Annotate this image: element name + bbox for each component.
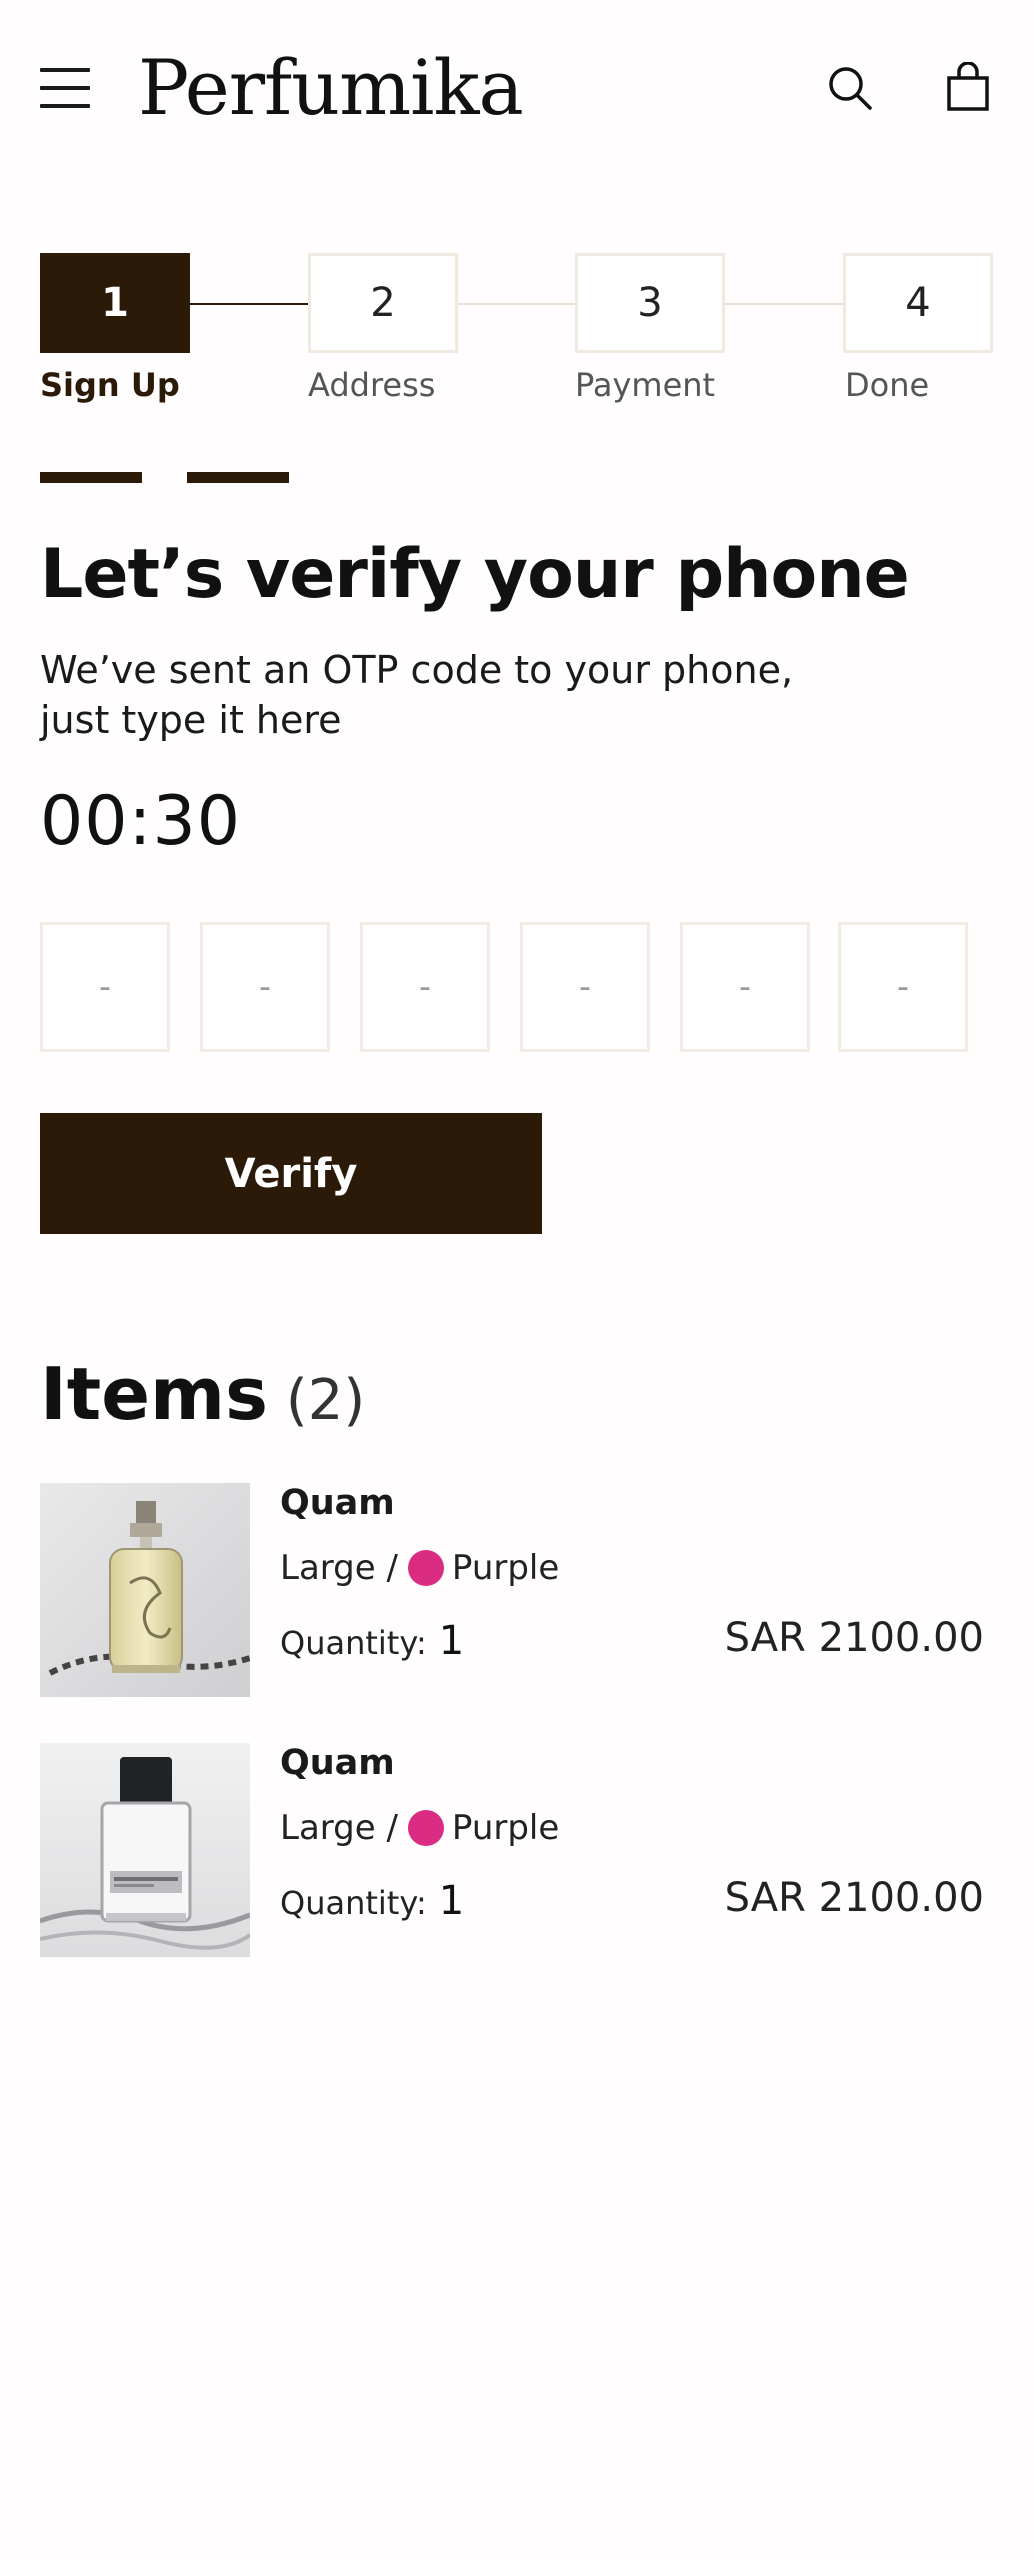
item-price: SAR 2100.00 [724,1615,984,1661]
verify-subtitle-line-2: just type it here [40,698,342,742]
items-title: Items [40,1352,268,1436]
item-variant: Large / Purple [280,1548,559,1588]
step-2-label: Address [308,366,436,404]
verify-subtitle-line-1: We’ve sent an OTP code to your phone, [40,648,794,692]
otp-digit-input-4[interactable]: - [520,922,650,1052]
step-1-label: Sign Up [40,366,180,404]
item-color-name: Purple [451,1548,560,1588]
quantity-label: Quantity: [280,1884,427,1922]
shopping-bag-icon[interactable] [946,61,990,112]
otp-digit-input-3[interactable]: - [360,922,490,1052]
step-4-box[interactable]: 4 [843,253,993,353]
step-connector [190,303,308,305]
step-2-box[interactable]: 2 [308,253,458,353]
item-name[interactable]: Quam [280,1483,395,1523]
step-4-label: Done [845,366,930,404]
decorative-dash [187,472,289,483]
otp-digit-input-2[interactable]: - [200,922,330,1052]
item-color-name: Purple [451,1808,560,1848]
color-swatch-dot [407,1550,444,1586]
item-name[interactable]: Quam [280,1743,395,1783]
items-count: (2) [285,1368,366,1433]
page-title: Let’s verify your phone [40,535,910,614]
step-connector [458,303,575,305]
otp-digit-input-5[interactable]: - [680,922,810,1052]
search-icon[interactable] [826,64,874,112]
verify-button[interactable]: Verify [40,1113,542,1234]
otp-digit-input-1[interactable]: - [40,922,170,1052]
step-connector [725,303,843,305]
item-size: Large / [280,1808,398,1848]
otp-digit-input-6[interactable]: - [838,922,968,1052]
item-price: SAR 2100.00 [724,1875,984,1921]
hamburger-menu-icon[interactable] [40,68,90,108]
color-swatch-dot [407,1810,444,1846]
product-image-2[interactable] [40,1743,250,1957]
product-image-1[interactable] [40,1483,250,1697]
item-quantity: Quantity: 1 [280,1618,464,1664]
items-heading: Items (2) [40,1352,365,1436]
verify-subtitle: We’ve sent an OTP code to your phone, ju… [40,645,793,745]
item-quantity: Quantity: 1 [280,1878,464,1924]
brand-logo[interactable]: Perfumika [138,40,524,136]
decorative-dash [40,472,142,483]
item-variant: Large / Purple [280,1808,559,1848]
quantity-value: 1 [438,1878,465,1924]
item-size: Large / [280,1548,398,1588]
step-1-box[interactable]: 1 [40,253,190,353]
quantity-value: 1 [438,1618,465,1664]
otp-countdown-timer: 00:30 [40,782,241,861]
step-3-label: Payment [575,366,716,404]
quantity-label: Quantity: [280,1624,427,1662]
step-3-box[interactable]: 3 [575,253,725,353]
